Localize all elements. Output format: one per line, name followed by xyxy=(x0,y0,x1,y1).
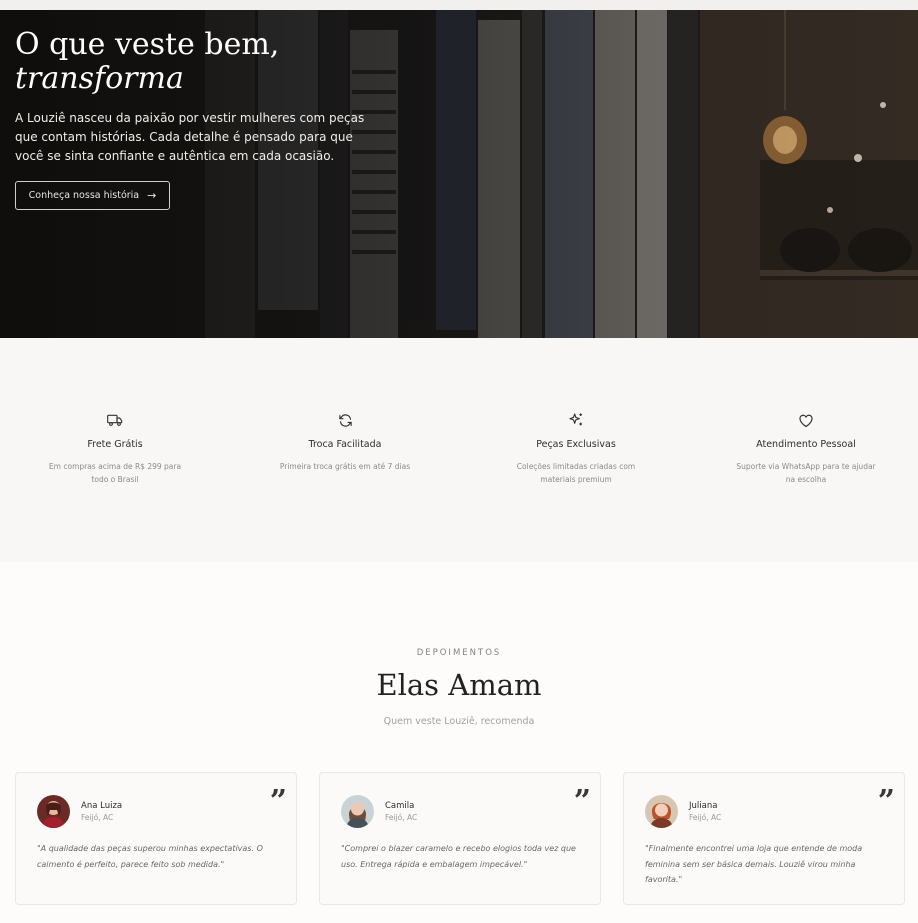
refresh-icon xyxy=(270,411,420,429)
feature-description: Coleções limitadas criadas com materiais… xyxy=(516,462,636,484)
feature-exclusive-pieces: Peças Exclusivas Coleções limitadas cria… xyxy=(501,411,651,486)
feature-easy-exchange: Troca Facilitada Primeira troca grátis e… xyxy=(270,411,420,473)
feature-title: Peças Exclusivas xyxy=(536,439,616,450)
feature-personal-service: Atendimento Pessoal Suporte via WhatsApp… xyxy=(731,411,881,486)
testimonial-location: Feijó, AC xyxy=(385,813,418,822)
sparkles-icon xyxy=(501,411,651,429)
testimonials-section: DEPOIMENTOS Elas Amam Quem veste Louziê,… xyxy=(0,562,918,923)
truck-icon xyxy=(40,411,190,429)
our-story-button-label: Conheça nossa história xyxy=(28,190,140,201)
testimonial-text: "Finalmente encontrei uma loja que enten… xyxy=(645,844,863,884)
our-story-button[interactable]: Conheça nossa história → xyxy=(15,181,170,210)
testimonial-name: Juliana xyxy=(689,801,718,811)
avatar xyxy=(645,795,678,828)
top-strip xyxy=(0,0,918,10)
testimonial-text: "A qualidade das peças superou minhas ex… xyxy=(37,844,263,869)
feature-description: Primeira troca grátis em até 7 dias xyxy=(279,462,411,471)
hero-title: O que veste bem, transforma xyxy=(15,28,279,96)
feature-description: Suporte via WhatsApp para te ajudar na e… xyxy=(736,462,876,484)
section-eyebrow: DEPOIMENTOS xyxy=(416,648,502,658)
feature-description: Em compras acima de R$ 299 para todo o B… xyxy=(48,462,182,484)
testimonial-name: Camila xyxy=(385,801,415,811)
avatar xyxy=(37,795,70,828)
feature-title: Atendimento Pessoal xyxy=(756,439,856,450)
heart-icon xyxy=(731,411,881,429)
arrow-right-icon: → xyxy=(147,189,157,202)
testimonial-name: Ana Luiza xyxy=(81,801,123,811)
hero-section: O que veste bem, transforma A Louziê nas… xyxy=(0,10,918,338)
section-subtitle: Quem veste Louziê, recomenda xyxy=(383,716,535,727)
testimonial-text: "Comprei o blazer caramelo e recebo elog… xyxy=(341,844,576,869)
avatar xyxy=(341,795,374,828)
testimonial-location: Feijó, AC xyxy=(81,813,114,822)
hero-description: A Louziê nasceu da paixão por vestir mul… xyxy=(15,111,365,163)
features-section: Frete Grátis Em compras acima de R$ 299 … xyxy=(0,338,918,562)
section-title: Elas Amam xyxy=(376,668,542,702)
testimonial-location: Feijó, AC xyxy=(689,813,722,822)
testimonial-card: Camila Feijó, AC ” "Comprei o blazer car… xyxy=(319,772,601,905)
feature-title: Frete Grátis xyxy=(87,439,143,450)
hero-title-line1: O que veste bem, xyxy=(15,27,280,62)
hero-title-line2: transforma xyxy=(15,61,184,96)
quote-icon: ” xyxy=(877,784,895,819)
feature-title: Troca Facilitada xyxy=(308,439,382,450)
quote-icon: ” xyxy=(573,784,591,819)
testimonial-card: Ana Luiza Feijó, AC ” "A qualidade das p… xyxy=(15,772,297,905)
testimonial-card: Juliana Feijó, AC ” "Finalmente encontre… xyxy=(623,772,905,905)
feature-free-shipping: Frete Grátis Em compras acima de R$ 299 … xyxy=(40,411,190,486)
quote-icon: ” xyxy=(269,784,287,819)
